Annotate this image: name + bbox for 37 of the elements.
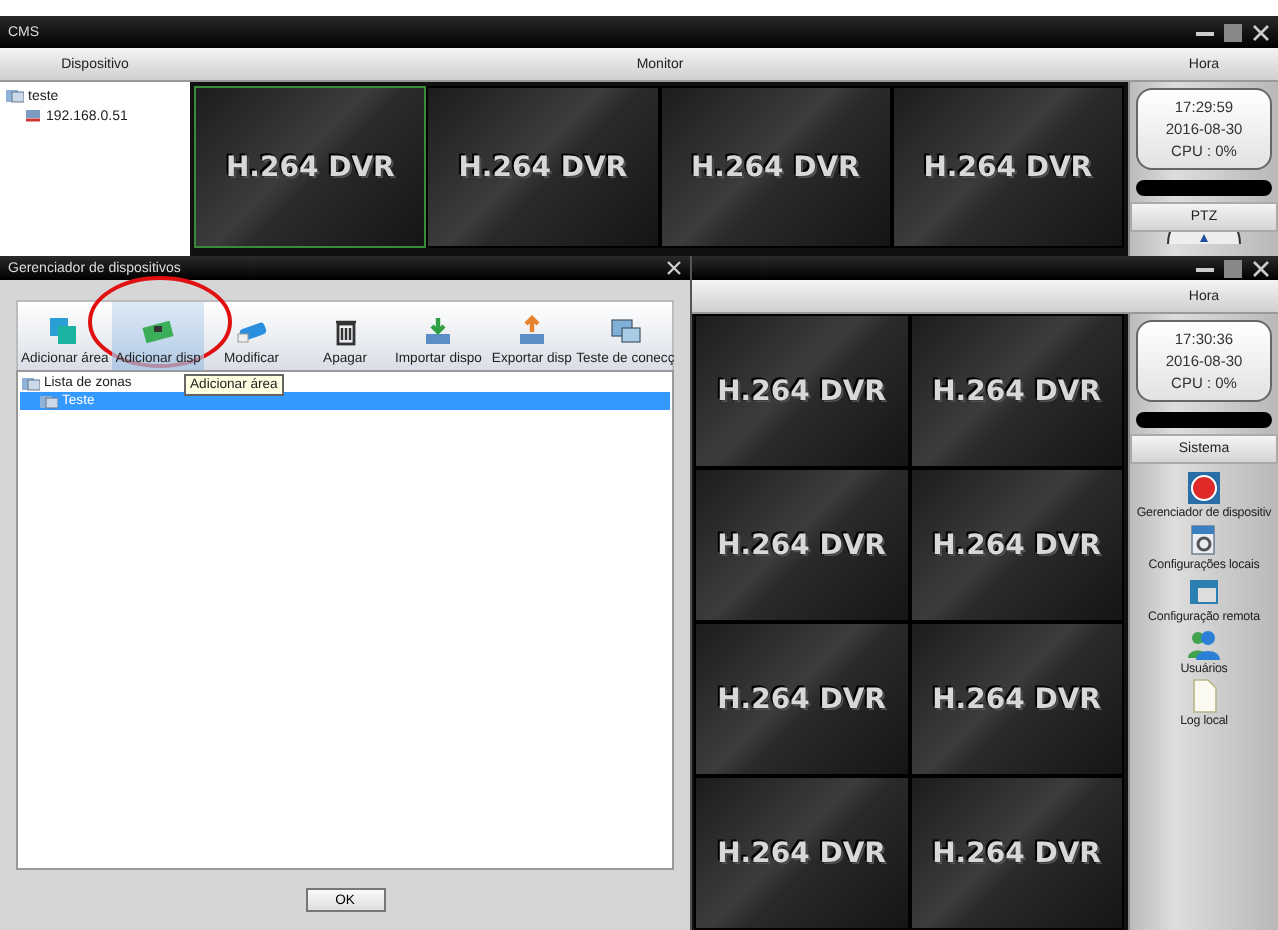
close-icon[interactable] <box>1252 259 1270 277</box>
tile-label: H.264 DVR <box>932 683 1101 715</box>
tile-label: H.264 DVR <box>923 151 1093 183</box>
screen-icon <box>1185 574 1222 610</box>
video-tile[interactable]: H.264 DVR <box>694 622 909 776</box>
video-tile[interactable]: H.264 DVR <box>194 86 427 248</box>
video-tile[interactable]: H.264 DVR <box>909 622 1124 776</box>
users-icon <box>1186 626 1222 662</box>
video-tile[interactable]: H.264 DVR <box>426 86 659 248</box>
video-tile[interactable]: H.264 DVR <box>909 776 1124 930</box>
video-tile[interactable]: H.264 DVR <box>694 314 909 468</box>
network-device-icon <box>24 108 42 124</box>
tile-label: H.264 DVR <box>932 837 1101 869</box>
tile-label: H.264 DVR <box>932 375 1101 407</box>
close-icon[interactable] <box>666 260 682 276</box>
indicator-bar <box>1136 180 1272 196</box>
tile-label: H.264 DVR <box>225 151 395 183</box>
indicator-bar <box>1136 412 1272 428</box>
tile-label: H.264 DVR <box>458 151 628 183</box>
video-tile[interactable]: H.264 DVR <box>659 86 892 248</box>
video-tile[interactable]: H.264 DVR <box>909 314 1124 468</box>
tile-label: H.264 DVR <box>932 529 1101 561</box>
maximize-icon[interactable] <box>1224 259 1242 277</box>
tile-label: H.264 DVR <box>717 683 886 715</box>
tile-label: H.264 DVR <box>717 529 886 561</box>
ptz-dial-icon[interactable] <box>1164 232 1244 244</box>
close-icon[interactable] <box>1252 23 1270 41</box>
tree-folder-icon <box>6 88 24 104</box>
video-tile[interactable]: H.264 DVR <box>891 86 1124 248</box>
tile-label: H.264 DVR <box>717 375 886 407</box>
video-tile[interactable]: H.264 DVR <box>694 776 909 930</box>
maximize-icon[interactable] <box>1224 23 1242 41</box>
video-tile[interactable]: H.264 DVR <box>909 468 1124 622</box>
video-tile[interactable]: H.264 DVR <box>694 468 909 622</box>
record-button-icon <box>1185 470 1222 506</box>
tile-label: H.264 DVR <box>690 151 860 183</box>
tile-label: H.264 DVR <box>717 837 886 869</box>
